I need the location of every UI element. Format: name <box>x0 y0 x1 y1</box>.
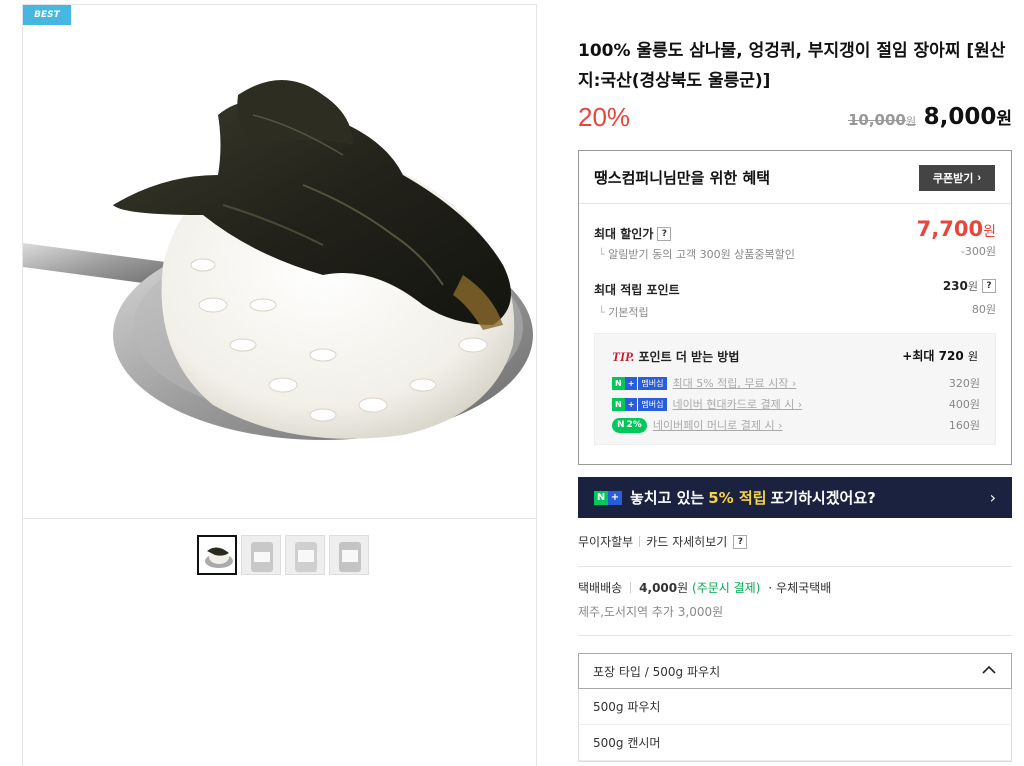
thumbnail-3[interactable] <box>285 535 325 575</box>
benefit-header: 땡스컴퍼니님만을 위한 혜택 쿠폰받기 › <box>579 151 1011 204</box>
option-item[interactable]: 500g 파우치 <box>579 689 1011 725</box>
thumbnail-1[interactable] <box>197 535 237 575</box>
divider <box>578 566 1012 567</box>
thumbnail-4[interactable] <box>329 535 369 575</box>
benefit-box: 땡스컴퍼니님만을 위한 혜택 쿠폰받기 › 최대 할인가? 7,700원 알림받… <box>578 150 1012 465</box>
tip-item-pay-money: N 2% 네이버페이 머니로 결제 시 160원 <box>612 416 980 434</box>
card-detail-link[interactable]: 카드 자세히보기 <box>646 533 727 550</box>
max-discount-price: 7,700원 <box>916 217 996 241</box>
shipping-extra: 제주,도서지역 추가 3,000원 <box>578 605 724 619</box>
coupon-button[interactable]: 쿠폰받기 › <box>919 165 995 191</box>
best-badge: BEST <box>23 5 71 25</box>
option-select[interactable]: 포장 타입 / 500g 파우치 <box>578 653 1012 689</box>
alarm-discount-row: 알림받기 동의 고객 300원 상품중복할인 -300원 <box>594 243 996 262</box>
discount-rate: 20% <box>578 102 631 132</box>
thumbnail-2[interactable] <box>241 535 281 575</box>
price-row: 20% 10,000원 8,000원 <box>578 100 1012 140</box>
naver-plus-banner[interactable]: N + 놓치고 있는 5% 적립 포기하시겠어요? › <box>578 477 1012 518</box>
naver-plus-membership-icon: N + 멤버십 <box>612 397 667 411</box>
base-point-row: 기본적립 80원 <box>594 301 996 320</box>
naver-plus-icon: N + <box>594 490 622 505</box>
help-icon[interactable]: ? <box>733 534 748 549</box>
help-icon[interactable]: ? <box>982 279 996 293</box>
shipping-row: 택배배송 4,000원 (주문시 결제) · 우체국택배 <box>578 581 832 595</box>
option-item[interactable]: 500g 캔시머 <box>579 725 1011 761</box>
help-icon[interactable]: ? <box>657 226 672 241</box>
chevron-right-icon: › <box>977 172 982 184</box>
max-point-value: 230원? <box>943 278 996 294</box>
tip-box: TIP. 포인트 더 받는 방법 +최대 720 원 N + 멤버십 최대 5% 적립… <box>594 333 996 445</box>
sale-price: 8,000원 <box>923 104 1012 130</box>
tip-title: TIP. 포인트 더 받는 방법 <box>612 349 740 364</box>
pickled-greens-photo <box>23 80 533 440</box>
thumbnail-strip <box>197 535 369 575</box>
product-gallery: BEST <box>22 4 537 766</box>
main-product-image[interactable]: BEST <box>23 5 536 519</box>
max-point-row: 최대 적립 포인트 230원? <box>594 279 996 298</box>
tip-max-point: +최대 720 원 <box>902 349 978 363</box>
tip-item-membership: N+멤버십 최대 5% 적립, 무료 시작 320원 <box>612 374 980 392</box>
naver-plus-membership-icon: N + 멤버십 <box>612 376 667 390</box>
benefit-title: 땡스컴퍼니님만을 위한 혜택 <box>594 169 771 187</box>
installment-row: 무이자할부 카드 자세히보기 ? <box>578 533 748 550</box>
divider <box>578 635 1012 636</box>
tip-item-card: N+멤버십 네이버 현대카드로 결제 시 400원 <box>612 395 980 413</box>
original-price: 10,000원 <box>847 111 916 129</box>
naver-pay-icon: N 2% <box>612 417 647 433</box>
product-title: 100% 울릉도 삼나물, 엉겅퀴, 부지갱이 절임 장아찌 [원산지:국산(경… <box>578 41 1006 91</box>
max-discount-row: 최대 할인가? 7,700원 <box>594 217 996 241</box>
chevron-right-icon: › <box>989 488 996 507</box>
chevron-up-icon <box>982 665 996 674</box>
option-list: 500g 파우치 500g 캔시머 <box>578 689 1012 762</box>
